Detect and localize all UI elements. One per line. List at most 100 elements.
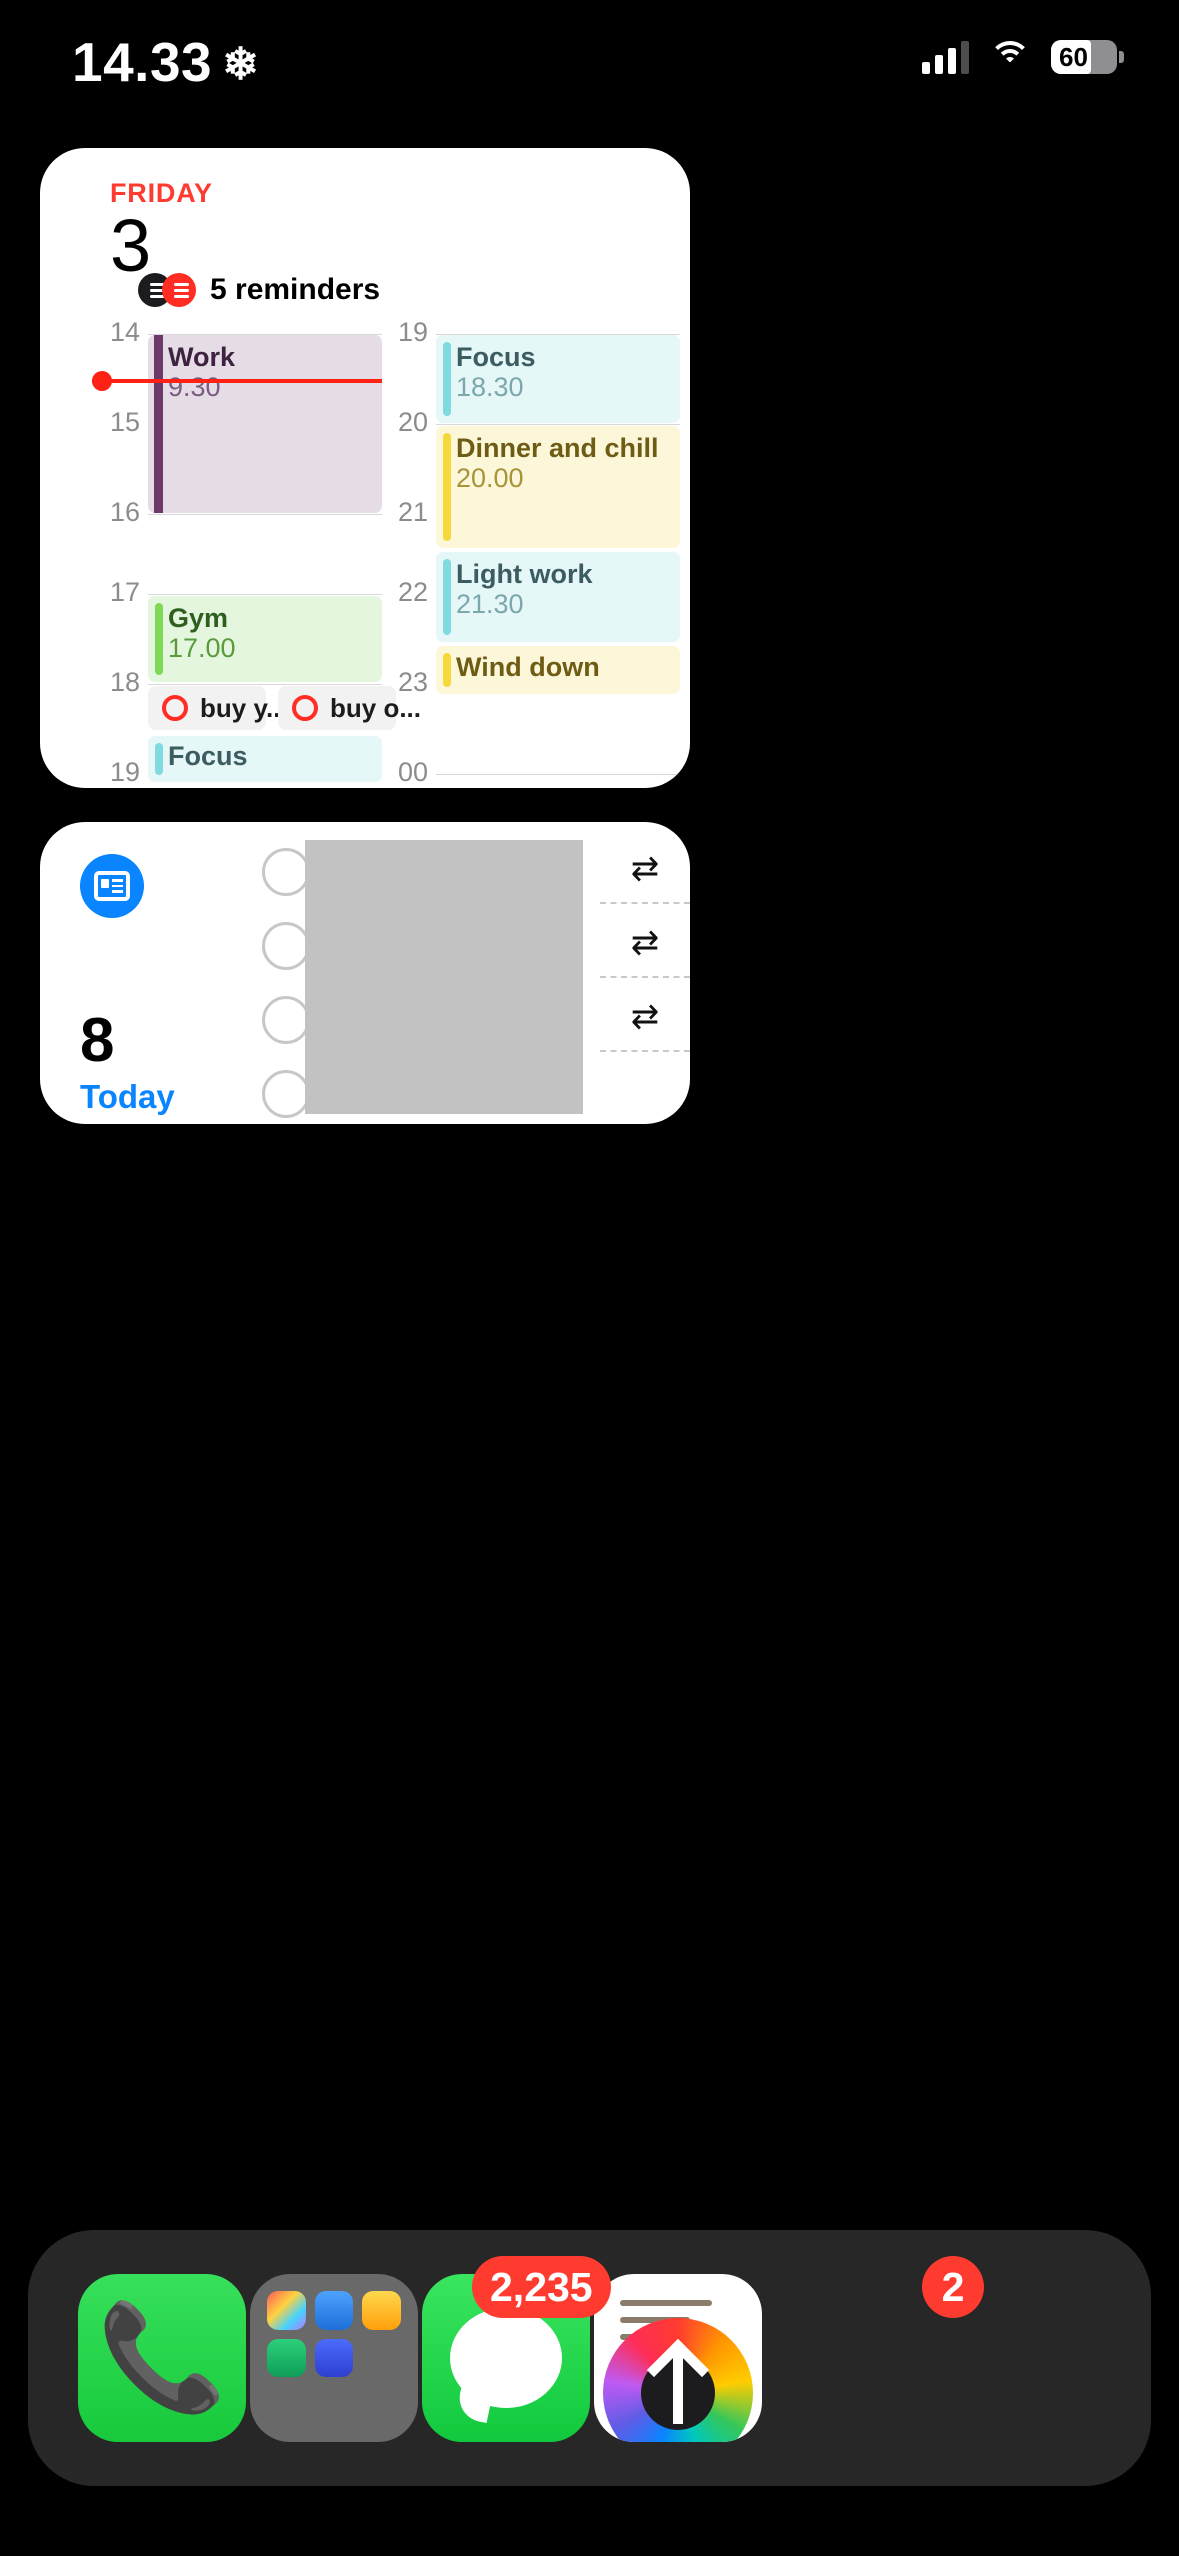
repeat-icon[interactable]: ⇄: [631, 852, 660, 886]
mini-icon-empty: [362, 2386, 401, 2425]
dock: 📞 2,235 2: [28, 2230, 1151, 2486]
event-title: Gym: [168, 603, 229, 633]
circle-checkbox-icon[interactable]: [262, 922, 310, 970]
calendar-widget[interactable]: FRIDAY 3 5 reminders 14 15 16 17 18 19 W…: [40, 148, 690, 788]
reminder-label: buy y...: [200, 692, 288, 723]
event-time: 9.30: [168, 372, 221, 403]
dock-app-phone[interactable]: 📞: [78, 2274, 246, 2442]
event-time: 17.00: [168, 633, 236, 664]
status-bar-time-group: 14.33 ❄: [72, 30, 260, 94]
reminder-chip[interactable]: buy y...: [148, 686, 288, 730]
mini-icon-mail: [314, 2291, 354, 2330]
dock-app-photos[interactable]: [594, 2274, 762, 2442]
dock-app-folder[interactable]: 2,235: [250, 2256, 611, 2442]
timeline-column-left: 14 15 16 17 18 19 Work 9.30 Gym 17.00 bu…: [92, 317, 421, 788]
calendar-event-wind-down[interactable]: Wind down: [436, 646, 680, 694]
calendar-event-gym[interactable]: Gym 17.00: [148, 596, 382, 682]
event-color-bar: [155, 743, 163, 775]
status-bar-clock: 14.33: [72, 31, 213, 93]
event-color-bar: [443, 559, 451, 635]
event-title: Focus: [456, 342, 536, 372]
reminders-list-icon: [138, 273, 196, 307]
event-title: Focus: [168, 741, 248, 771]
calendar-date-number: 3: [110, 204, 151, 287]
event-color-bar: [443, 433, 451, 541]
phone-icon: 📞: [97, 2300, 227, 2416]
hour-gridline: [436, 774, 680, 775]
event-color-bar: [443, 342, 451, 416]
circle-checkbox-icon[interactable]: [292, 695, 318, 721]
event-title: Dinner and chill: [456, 433, 659, 463]
row-divider: [600, 976, 690, 978]
wifi-icon: [989, 41, 1031, 73]
hour-gridline: [148, 684, 382, 685]
calendar-event-work[interactable]: Work 9.30: [148, 335, 382, 513]
list-widget-actions: ⇄ ⇄ ⇄: [600, 822, 690, 1124]
repeat-icon[interactable]: ⇄: [631, 926, 660, 960]
hour-label: 17: [109, 577, 140, 607]
cellular-signal-icon: [922, 40, 969, 74]
battery-level-label: 60: [1059, 41, 1088, 72]
calendar-header: FRIDAY 3: [110, 178, 213, 287]
folder-badge: 2,235: [472, 2256, 611, 2318]
status-bar: 14.33 ❄ 60: [0, 0, 1179, 120]
mini-icon-photos: [267, 2291, 306, 2330]
status-bar-indicators: 60: [922, 40, 1124, 74]
hour-label: 14: [109, 317, 140, 347]
mini-icon-safari: [314, 2338, 354, 2378]
mini-icon-notes: [267, 2338, 306, 2378]
row-divider: [600, 1050, 690, 1052]
current-time-indicator: [92, 371, 382, 391]
event-time: 21.30: [456, 589, 524, 620]
timeline-column-right: 19 20 21 22 23 00 Focus 18.30 Dinner and…: [390, 317, 680, 788]
hour-label: 20: [397, 407, 428, 437]
hour-label: 21: [397, 497, 428, 527]
hour-label: 00: [397, 757, 428, 787]
mini-icon-appstore: [362, 2291, 401, 2330]
reminder-chip[interactable]: buy o...: [278, 686, 421, 730]
hour-label: 23: [397, 667, 428, 697]
snowflake-icon: ❄: [222, 40, 260, 89]
list-widget-count: 8: [80, 1006, 115, 1075]
hour-gridline: [148, 514, 382, 515]
row-divider: [600, 902, 690, 904]
battery-icon: 60: [1051, 40, 1124, 74]
calendar-event-dinner[interactable]: Dinner and chill 20.00: [436, 426, 680, 548]
calendar-event-focus[interactable]: Focus 18.30: [436, 335, 680, 423]
hour-label: 22: [397, 577, 428, 607]
hour-gridline: [148, 594, 382, 595]
event-color-bar: [154, 335, 163, 513]
circle-checkbox-icon[interactable]: [262, 1070, 310, 1118]
list-widget-subtitle: Today: [80, 1078, 175, 1115]
hour-label: 18: [109, 667, 140, 697]
calendar-event-focus-left[interactable]: Focus: [148, 736, 382, 782]
event-color-bar: [443, 653, 451, 687]
repeat-icon[interactable]: ⇄: [631, 1000, 660, 1034]
messages-badge: 2: [922, 2256, 984, 2318]
calendar-timeline-grid: 14 15 16 17 18 19 Work 9.30 Gym 17.00 bu…: [40, 317, 690, 788]
event-title: Light work: [456, 559, 593, 589]
mini-icon-empty: [362, 2339, 401, 2378]
share-arrow-icon: [673, 2350, 683, 2424]
event-title: Work: [168, 342, 236, 372]
redacted-content-block: [305, 840, 583, 1114]
hour-label: 16: [109, 497, 140, 527]
hour-label: 19: [397, 317, 428, 347]
event-title: Wind down: [456, 652, 600, 682]
calendar-event-light-work[interactable]: Light work 21.30: [436, 552, 680, 642]
reminders-summary[interactable]: 5 reminders: [138, 273, 380, 307]
messages-icon: [450, 2308, 562, 2408]
event-time: 20.00: [456, 463, 524, 494]
circle-checkbox-icon[interactable]: [262, 996, 310, 1044]
hour-gridline: [436, 424, 680, 425]
event-time: 18.30: [456, 372, 524, 403]
mini-icon-empty: [315, 2386, 354, 2425]
hour-label: 19: [109, 757, 140, 787]
event-color-bar: [155, 603, 163, 675]
mini-icon-empty: [267, 2386, 306, 2425]
news-list-app-icon: [80, 854, 144, 918]
circle-checkbox-icon[interactable]: [262, 848, 310, 896]
list-widget[interactable]: 8 Today ⇄ ⇄ ⇄: [40, 822, 690, 1124]
circle-checkbox-icon[interactable]: [162, 695, 188, 721]
hour-label: 15: [109, 407, 140, 437]
